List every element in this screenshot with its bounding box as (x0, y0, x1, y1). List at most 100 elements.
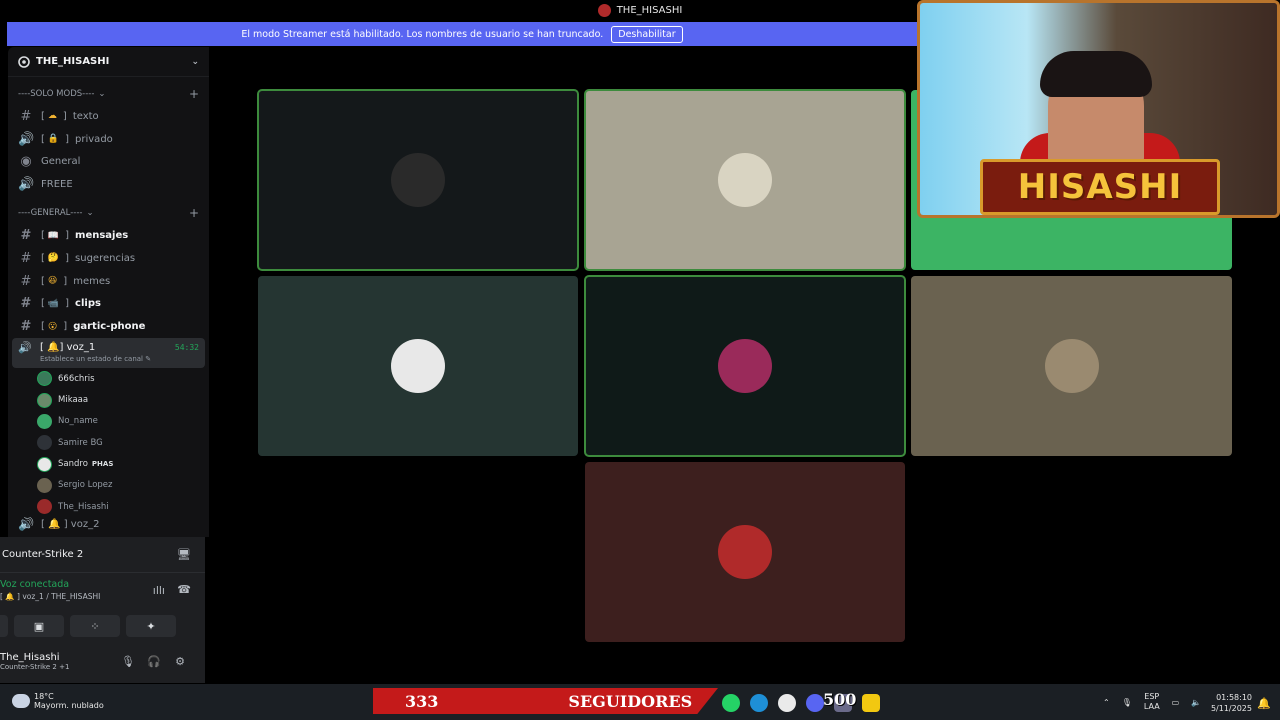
channel-emoji: 😆 (47, 276, 58, 287)
channel-bracket: ] (63, 275, 68, 287)
channel-clips[interactable]: # [📹] clips (8, 293, 209, 316)
screen-share-game-icon[interactable]: 🖥 (177, 548, 191, 561)
member-name: Sandro (58, 459, 88, 469)
weather-description: Mayorm. nublado (34, 701, 104, 710)
webcam-person-hair (1040, 51, 1152, 97)
channel-emoji: 📹 (47, 298, 60, 309)
channel-General[interactable]: ◉ General (8, 151, 209, 174)
camera-button[interactable] (0, 615, 8, 637)
discord-icon[interactable] (806, 694, 824, 712)
channel-emoji: 📖 (47, 230, 60, 241)
channel-bracket: ] (65, 252, 70, 264)
voice-channel-name: voz_1 (66, 342, 96, 354)
channel-name: voz_2 (70, 518, 100, 530)
voice-member[interactable]: Sandro PHAS (8, 453, 209, 474)
screen-share-button[interactable]: ▣ (14, 615, 64, 637)
headphones-icon[interactable]: 🎧 (141, 655, 167, 668)
channel-emoji: 🤔 (47, 253, 60, 264)
channel-sugerencias[interactable]: # [🤔] sugerencias (8, 247, 209, 270)
webcam-nameplate: HISASHI (980, 159, 1220, 215)
voice-connected-label[interactable]: Voz conectada (0, 579, 205, 590)
voice-member[interactable]: Samire BG (8, 432, 209, 453)
tile-silhouette[interactable] (584, 89, 906, 271)
voice-member[interactable]: 666chris (8, 368, 209, 389)
activities-button[interactable]: ⁘ (70, 615, 120, 637)
network-icon[interactable]: ▭ (1172, 698, 1180, 707)
avatar (37, 435, 52, 451)
channel-emoji: 🔒 (47, 134, 60, 145)
voice-member[interactable]: The_Hisashi (8, 496, 209, 517)
avatar (37, 413, 52, 429)
channel-emoji: ☁ (47, 111, 57, 122)
chatgpt-icon[interactable] (778, 694, 796, 712)
disconnect-icon[interactable]: ☎ (177, 583, 191, 596)
server-header[interactable]: THE_HISASHI ⌄ (8, 47, 209, 77)
channel-bracket: ] (65, 230, 70, 242)
channel-gartic-phone[interactable]: # [😮] gartic-phone (8, 315, 209, 338)
channel-status-prompt[interactable]: Establece un estado de canal ✎ (40, 355, 199, 363)
voice-member[interactable]: Sergio Lopez (8, 475, 209, 496)
keyboard-layout: LAA (1143, 702, 1160, 711)
category-label: ----GENERAL---- (18, 208, 83, 219)
streamer-mode-banner: El modo Streamer está habilitado. Los no… (7, 22, 917, 46)
channel-mensajes[interactable]: # [📖] mensajes (8, 224, 209, 247)
add-channel-icon[interactable]: + (189, 87, 199, 101)
voice-timer: 54:32 (174, 343, 199, 353)
voice-connected-path[interactable]: [ 🔔 ] voz_1 / THE_HISASHI (0, 592, 205, 601)
edge-icon[interactable] (750, 694, 768, 712)
channel-voz-2-partial[interactable]: 🔊 [ 🔔 ] voz_2 (8, 517, 209, 531)
hashtag-icon: # (20, 273, 32, 289)
volume-icon[interactable]: 🔈 (1191, 698, 1201, 707)
tile-hisashi[interactable] (585, 462, 905, 642)
channel-privado[interactable]: 🔊 [🔒] privado (8, 128, 209, 151)
soundboard-button[interactable]: ✦ (126, 615, 176, 637)
voice-member[interactable]: Mikaaa (8, 389, 209, 410)
avatar (37, 392, 52, 408)
channel-bracket: [ (41, 298, 45, 310)
chevron-up-icon[interactable]: ⌃ (1103, 698, 1110, 707)
clock-time: 01:58:10 (1216, 693, 1252, 702)
disable-streamer-button[interactable]: Deshabilitar (611, 25, 683, 43)
chevron-down-icon[interactable]: ⌄ (191, 57, 199, 67)
voice-member[interactable]: No_name (8, 411, 209, 432)
active-voice-channel[interactable]: 🔊 [ 🔔 ] voz_1 54:32 Establece un estado … (12, 338, 205, 369)
window-title: THE_HISASHI (616, 5, 683, 16)
avatar (37, 456, 52, 472)
voice-action-buttons: ▣ ⁘ ✦ (0, 611, 205, 641)
taskbar-clock[interactable]: 01:58:10 5/11/2025 (1208, 692, 1252, 714)
microphone-icon[interactable]: 🎙 (115, 655, 141, 668)
notification-icon[interactable]: 🔔 (1257, 697, 1271, 710)
tile-snorlax[interactable] (258, 276, 578, 456)
avatar (37, 499, 52, 515)
channel-bracket: ] (59, 342, 67, 354)
language-indicator[interactable]: ESP LAA (1144, 692, 1160, 712)
tile-otter[interactable] (911, 276, 1232, 456)
server-logo-icon (597, 4, 611, 17)
sticky-notes-icon[interactable] (862, 694, 880, 712)
channel-bracket: [ (41, 275, 45, 287)
member-name: Sergio Lopez (58, 480, 113, 491)
tile-skull[interactable] (257, 89, 579, 271)
channel-name: texto (72, 110, 99, 122)
add-channel-icon[interactable]: + (189, 206, 199, 220)
gear-icon[interactable]: ⚙ (167, 655, 193, 668)
tile-demon[interactable] (584, 275, 906, 457)
channel-name: privado (75, 133, 113, 145)
server-name: THE_HISASHI (36, 56, 110, 67)
chevron-down-icon: ⌄ (86, 208, 94, 219)
user-info[interactable]: The_Hisashi Counter-Strike 2 +1 (0, 652, 115, 671)
activity-game-row: Counter-Strike 2 🖥 (0, 537, 205, 573)
channel-sidebar: THE_HISASHI ⌄ ----SOLO MODS---- ⌄ + #[☁] te… (8, 47, 209, 537)
channel-memes[interactable]: # [😆] memes (8, 270, 209, 293)
channel-texto[interactable]: # [☁] texto (8, 105, 209, 128)
microphone-icon[interactable]: 🎙 (1122, 698, 1132, 707)
channel-bracket: [ (41, 110, 45, 122)
noise-suppression-icon[interactable]: ıllı (153, 584, 165, 597)
channel-category[interactable]: ----SOLO MODS---- ⌄ + (8, 83, 209, 105)
clock-date: 5/11/2025 (1210, 704, 1252, 713)
channel-category[interactable]: ----GENERAL---- ⌄ + (8, 202, 209, 224)
member-name: Mikaaa (58, 395, 89, 406)
channel-FREEE[interactable]: 🔊 FREEE (8, 173, 209, 196)
weather-widget[interactable]: 18°C Mayorm. nublado (12, 692, 104, 710)
whatsapp-icon[interactable] (722, 694, 740, 712)
